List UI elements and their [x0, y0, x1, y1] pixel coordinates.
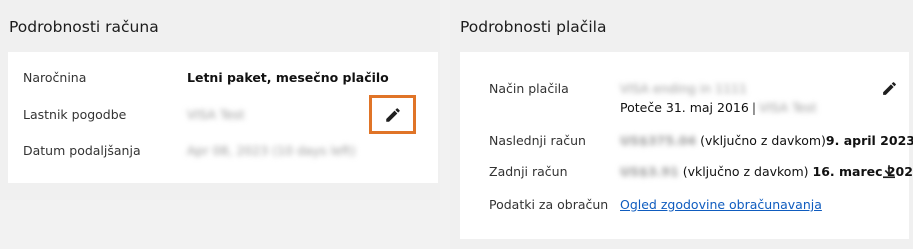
account-details-title: Podrobnosti računa [9, 18, 159, 36]
next-invoice-label: Naslednji račun [489, 133, 586, 148]
next-invoice-tax-note: (vključno z davkom) [700, 133, 826, 148]
next-invoice-value: US$375.04 (vključno z davkom)9. april 20… [620, 133, 913, 148]
next-invoice-date: 9. april 2023 [825, 133, 913, 148]
extension-label: Datum podaljšanja [23, 143, 141, 158]
payment-method-value: VISA ending in 1111 [620, 81, 747, 96]
pencil-icon [385, 107, 400, 122]
extension-value: Apr 08, 2023 (10 days left) [187, 143, 356, 158]
last-invoice-value: US$3.91 (vključno z davkom) 16. marec 20… [620, 164, 913, 179]
last-invoice-amount: US$3.91 [620, 164, 679, 179]
billing-label: Podatki za obračun [489, 197, 609, 212]
last-invoice-label: Zadnji račun [489, 164, 568, 179]
payment-method-label: Način plačila [489, 81, 569, 96]
payment-expiry-line: Poteče 31. maj 2016 | VISA Test [620, 100, 817, 115]
next-invoice-amount: US$375.04 [620, 133, 697, 148]
edit-account-button[interactable] [369, 95, 416, 134]
billing-history-link[interactable]: Ogled zgodovine obračunavanja [620, 197, 822, 212]
payment-details-title: Podrobnosti plačila [460, 18, 607, 36]
subscription-label: Naročnina [23, 70, 87, 85]
owner-value: VISA Test [187, 107, 245, 122]
separator: | [751, 100, 757, 115]
download-icon [883, 165, 895, 179]
payment-method-text: VISA ending in 1111 [620, 81, 747, 96]
card-holder: VISA Test [759, 100, 817, 115]
last-invoice-tax-note: (vključno z davkom) [682, 164, 809, 179]
payment-details-section: Podrobnosti plačila Način plačila VISA e… [450, 0, 913, 249]
extension-value-text: Apr 08, 2023 (10 days left) [187, 143, 356, 158]
pencil-icon [882, 81, 896, 95]
owner-label: Lastnik pogodbe [23, 107, 127, 122]
owner-value-text: VISA Test [187, 107, 245, 122]
edit-payment-button[interactable] [878, 78, 900, 98]
subscription-value: Letni paket, mesečno plačilo [187, 70, 389, 85]
expiry-text: Poteče 31. maj 2016 [620, 100, 749, 115]
download-invoice-button[interactable] [878, 161, 900, 183]
account-details-section: Podrobnosti računa Naročnina Letni paket… [0, 0, 440, 200]
